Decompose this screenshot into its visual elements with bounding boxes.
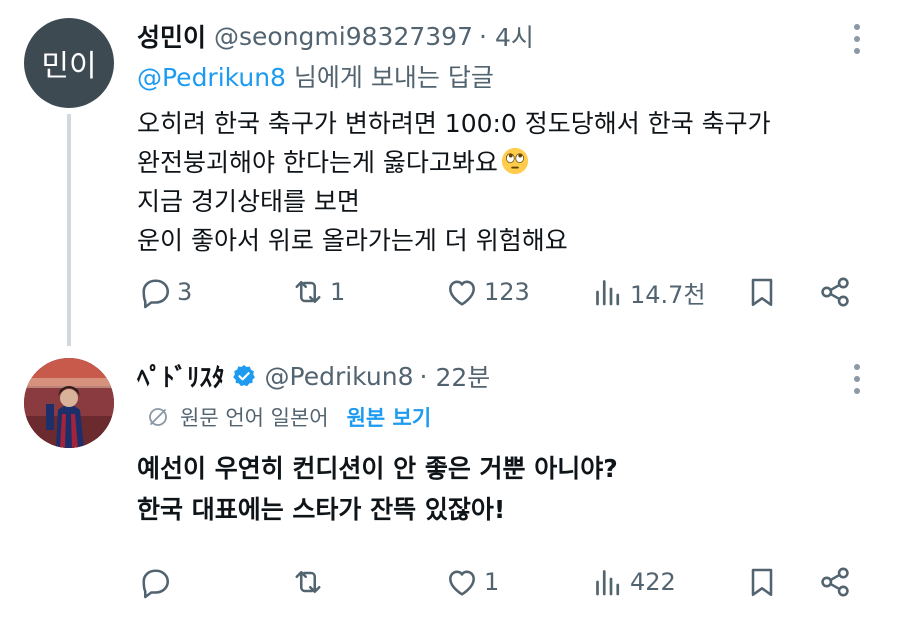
replying-to: @Pedrikun8 님에게 보내는 답글 <box>137 58 494 94</box>
bookmark-icon <box>751 568 773 597</box>
verified-badge-icon <box>232 364 255 387</box>
share-icon <box>821 567 849 597</box>
timestamp[interactable]: 4시 <box>495 18 534 54</box>
tweet-text-line: 오히려 한국 축구가 변하려면 100:0 정도당해서 한국 축구가 <box>137 109 771 138</box>
views-chart-icon <box>596 570 620 596</box>
tweet-text-line: 한국 대표에는 스타가 잔뜩 있잖아! <box>137 495 506 524</box>
repost-icon <box>295 570 321 594</box>
share-button[interactable] <box>817 564 853 600</box>
separator: · <box>478 21 487 51</box>
more-options-icon[interactable] <box>854 24 862 54</box>
face-with-rolling-eyes-icon <box>501 147 529 175</box>
display-name[interactable]: ﾍﾟﾄﾞﾘｽﾀ <box>137 358 225 394</box>
bookmark-button[interactable] <box>744 274 780 310</box>
tweet-text-line: 완전붕괴해야 한다는게 옳다고봐요 <box>137 143 771 182</box>
share-icon <box>821 277 849 307</box>
tweet-header: ﾍﾟﾄﾞﾘｽﾀ @Pedrikun8 · 22분 <box>137 356 490 396</box>
bookmark-icon <box>751 278 773 307</box>
views-button[interactable]: 14.7천 <box>590 274 706 310</box>
translation-label: 원문 언어 일본어 <box>180 406 329 430</box>
reply-button[interactable] <box>137 564 177 600</box>
view-count: 422 <box>630 568 676 596</box>
avatar-label: 민이 <box>41 49 97 84</box>
action-bar: 1 422 <box>0 564 900 604</box>
repost-count: 1 <box>330 278 346 306</box>
views-button[interactable]: 422 <box>590 564 676 600</box>
like-button[interactable]: 1 <box>444 564 499 600</box>
repost-icon <box>295 280 321 304</box>
action-bar: 3 1 123 14.7천 <box>0 274 900 314</box>
view-count: 14.7천 <box>630 280 706 309</box>
translation-notice: 원문 언어 일본어 원본 보기 <box>146 402 431 432</box>
translate-icon <box>149 408 167 426</box>
heart-icon <box>449 280 475 306</box>
tweet-text-line: 운이 좋아서 위로 올라가는게 더 위험해요 <box>137 226 568 255</box>
avatar[interactable] <box>24 358 114 448</box>
repost-button[interactable] <box>290 564 330 600</box>
avatar[interactable]: 민이 <box>24 18 114 108</box>
profile-photo <box>24 358 114 448</box>
like-count: 123 <box>484 278 530 306</box>
reply-count: 3 <box>177 278 193 306</box>
show-original-link[interactable]: 원본 보기 <box>347 402 432 432</box>
tweet-text: 예선이 우연히 컨디션이 안 좋은 거뿐 아니야? 한국 대표에는 스타가 잔뜩… <box>137 448 618 530</box>
reply-button[interactable]: 3 <box>137 274 192 310</box>
reply-to-label: 님에게 보내는 답글 <box>293 63 494 92</box>
like-button[interactable]: 123 <box>444 274 530 310</box>
reply-icon <box>142 569 170 599</box>
reply-tweet: 민이 성민이 @seongmi98327397 · 4시 @Pedrikun8 … <box>0 0 900 346</box>
separator: · <box>419 361 428 391</box>
reply-mention-link[interactable]: @Pedrikun8 <box>137 63 286 92</box>
tweet-text-line: 지금 경기상태를 보면 <box>137 187 360 216</box>
original-tweet: ﾍﾟﾄﾞﾘｽﾀ @Pedrikun8 · 22분 원문 언어 일본어 원본 보기… <box>0 340 900 622</box>
share-button[interactable] <box>817 274 853 310</box>
timestamp[interactable]: 22분 <box>435 358 490 394</box>
reply-icon <box>142 279 170 309</box>
user-handle[interactable]: @seongmi98327397 <box>214 22 473 51</box>
display-name[interactable]: 성민이 <box>137 18 206 54</box>
repost-button[interactable]: 1 <box>290 274 345 310</box>
views-chart-icon <box>596 280 620 306</box>
heart-icon <box>449 570 475 596</box>
user-handle[interactable]: @Pedrikun8 <box>265 362 414 391</box>
tweet-header: 성민이 @seongmi98327397 · 4시 <box>137 16 534 56</box>
tweet-text: 오히려 한국 축구가 변하려면 100:0 정도당해서 한국 축구가 완전붕괴해… <box>137 104 771 260</box>
more-options-icon[interactable] <box>854 364 862 394</box>
tweet-text-line: 예선이 우연히 컨디션이 안 좋은 거뿐 아니야? <box>137 454 618 483</box>
like-count: 1 <box>484 568 500 596</box>
bookmark-button[interactable] <box>744 564 780 600</box>
